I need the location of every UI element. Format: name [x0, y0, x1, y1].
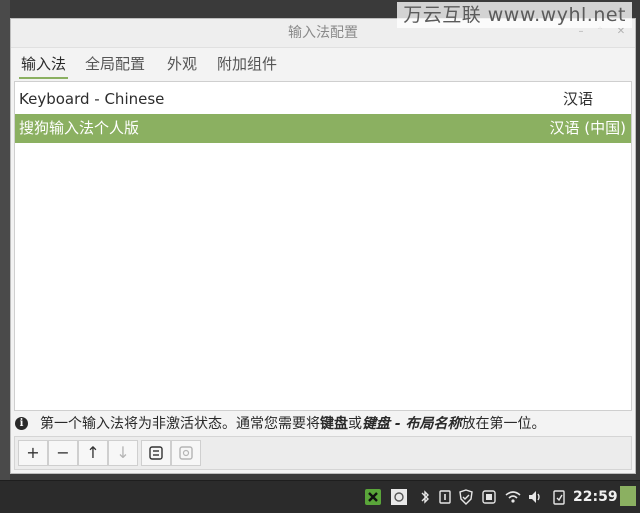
keyboard-layout-icon [179, 446, 193, 460]
clipboard-icon[interactable] [551, 489, 567, 505]
move-down-button[interactable]: ↓ [108, 440, 138, 466]
tab-bar: 输入法 全局配置 外观 附加组件 [11, 49, 635, 79]
input-method-name: 搜狗输入法个人版 [19, 119, 140, 137]
show-desktop-button[interactable] [620, 486, 636, 506]
info-keyword-keyboard: 键盘 [320, 416, 348, 432]
info-keyword-layout: 键盘 - 布局名称 [362, 416, 462, 432]
info-icon: i [15, 416, 28, 430]
input-method-config-window: 输入法配置 – ˄ ✕ 输入法 全局配置 外观 附加组件 Keyboard - … [10, 18, 636, 474]
tab-appearance[interactable]: 外观 [163, 49, 201, 79]
input-method-list[interactable]: Keyboard - Chinese 汉语 搜狗输入法个人版 汉语 (中国) [14, 81, 632, 411]
info-text-2: 或 [348, 416, 362, 432]
remove-button[interactable]: − [48, 440, 78, 466]
tab-addons[interactable]: 附加组件 [213, 49, 281, 79]
input-method-name: Keyboard - Chinese [19, 90, 165, 108]
add-button[interactable]: + [18, 440, 48, 466]
keyboard-layout-button[interactable] [171, 440, 201, 466]
taskbar: 22:59 [0, 480, 640, 513]
configure-button[interactable] [141, 440, 171, 466]
list-item-selected[interactable]: 搜狗输入法个人版 汉语 (中国) [15, 114, 631, 143]
shield-icon[interactable] [458, 489, 474, 505]
info-text-3: 放在第一位。 [461, 416, 546, 432]
info-message: i 第一个输入法将为非激活状态。通常您需要将键盘或键盘 - 布局名称放在第一位。 [13, 414, 546, 434]
tab-global-config[interactable]: 全局配置 [81, 49, 149, 79]
removable-drive-icon[interactable] [481, 489, 497, 505]
info-text-1: 第一个输入法将为非激活状态。通常您需要将 [40, 416, 320, 432]
tab-input-method[interactable]: 输入法 [17, 49, 70, 79]
watermark: 万云互联 www.wyhl.net [397, 2, 632, 28]
list-toolbar: + − ↑ ↓ [14, 436, 632, 470]
app-tray-icon[interactable] [365, 489, 381, 505]
clock[interactable]: 22:59 [573, 481, 618, 513]
move-up-button[interactable]: ↑ [78, 440, 108, 466]
desktop-background [0, 0, 10, 480]
volume-icon[interactable] [527, 489, 543, 505]
configure-icon [149, 446, 163, 460]
wifi-icon[interactable] [505, 489, 521, 505]
input-method-language: 汉语 (中国) [549, 119, 626, 137]
input-method-tray-icon[interactable] [391, 489, 407, 505]
bluetooth-icon[interactable] [417, 489, 433, 505]
input-method-language: 汉语 [562, 90, 593, 108]
update-manager-icon[interactable] [437, 489, 453, 505]
list-item[interactable]: Keyboard - Chinese 汉语 [15, 85, 631, 114]
